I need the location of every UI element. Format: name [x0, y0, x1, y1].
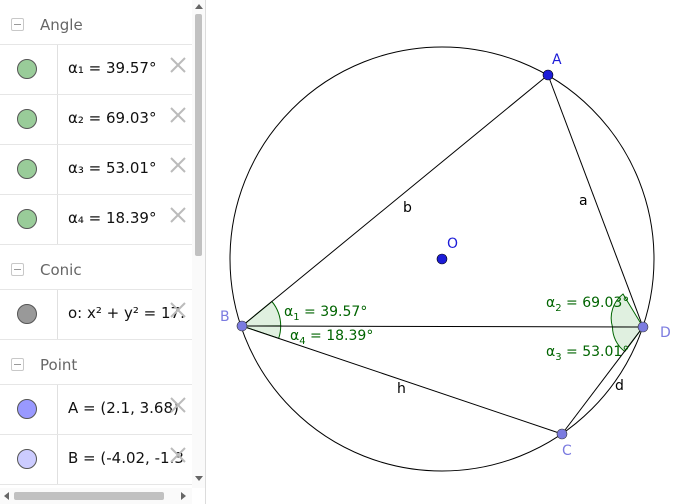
- collapse-toggle-icon[interactable]: [11, 358, 24, 371]
- row-separator: [57, 195, 58, 244]
- point-label-A: A: [552, 52, 562, 68]
- point-B[interactable]: [236, 320, 248, 332]
- category-label: Angle: [40, 16, 83, 34]
- delete-icon[interactable]: [168, 105, 188, 125]
- visibility-marble-icon[interactable]: [17, 159, 37, 179]
- visibility-marble-icon[interactable]: [17, 209, 37, 229]
- category-angle[interactable]: Angle: [0, 5, 192, 45]
- row-separator: [57, 95, 58, 144]
- row-separator: [57, 145, 58, 194]
- point-A[interactable]: [542, 69, 554, 81]
- collapse-toggle-icon[interactable]: [11, 18, 24, 31]
- angle-label-alpha3: α3 = 53.01°: [546, 344, 629, 363]
- delete-icon[interactable]: [168, 205, 188, 225]
- angle-label-alpha4: α4 = 18.39°: [290, 328, 373, 347]
- algebra-row-A[interactable]: A = (2.1, 3.68): [0, 385, 192, 435]
- category-label: Conic: [40, 261, 82, 279]
- segment-label-d: d: [615, 378, 624, 394]
- delete-icon[interactable]: [168, 445, 188, 465]
- horizontal-scrollbar[interactable]: [0, 488, 192, 504]
- scroll-thumb[interactable]: [195, 14, 202, 256]
- segment-BD[interactable]: [241, 325, 644, 328]
- point-label-O: O: [447, 236, 458, 252]
- scroll-down-icon[interactable]: [195, 476, 203, 481]
- scroll-left-icon[interactable]: [4, 492, 9, 500]
- scroll-up-icon[interactable]: [195, 4, 203, 9]
- visibility-marble-icon[interactable]: [17, 399, 37, 419]
- angle-arc-alpha1[interactable]: [240, 300, 282, 327]
- delete-icon[interactable]: [168, 55, 188, 75]
- delete-icon[interactable]: [168, 395, 188, 415]
- row-separator: [57, 45, 58, 94]
- segment-label-b: b: [403, 200, 412, 216]
- point-D[interactable]: [637, 321, 649, 333]
- point-label-B: B: [220, 309, 230, 325]
- category-point[interactable]: Point: [0, 345, 192, 385]
- angle-label-alpha1: α1 = 39.57°: [284, 304, 367, 323]
- category-label: Point: [40, 356, 78, 374]
- point-label-D: D: [660, 325, 671, 341]
- collapse-toggle-icon[interactable]: [11, 263, 24, 276]
- segment-label-h: h: [397, 381, 406, 397]
- scroll-right-icon[interactable]: [181, 492, 186, 500]
- segment-label-a: a: [579, 193, 588, 209]
- graphics-canvas[interactable]: b a h d α1 = 39.57° α4 = 18.39° α2 = 69.…: [206, 0, 698, 504]
- algebra-row-alpha1[interactable]: α₁ = 39.57°: [0, 45, 192, 95]
- visibility-marble-icon[interactable]: [17, 59, 37, 79]
- algebra-row-alpha3[interactable]: α₃ = 53.01°: [0, 145, 192, 195]
- visibility-marble-icon[interactable]: [17, 304, 37, 324]
- algebra-row-alpha2[interactable]: α₂ = 69.03°: [0, 95, 192, 145]
- row-separator: [57, 385, 58, 434]
- graphics-view[interactable]: b a h d α1 = 39.57° α4 = 18.39° α2 = 69.…: [206, 0, 698, 504]
- point-C[interactable]: [556, 428, 568, 440]
- algebra-view: Angle α₁ = 39.57° α₂ = 69.03° α₃ = 53.01…: [0, 0, 206, 504]
- visibility-marble-icon[interactable]: [17, 109, 37, 129]
- algebra-row-B[interactable]: B = (-4.02, -1.3: [0, 435, 192, 485]
- visibility-marble-icon[interactable]: [17, 449, 37, 469]
- row-separator: [57, 290, 58, 339]
- row-separator: [57, 435, 58, 484]
- algebra-row-alpha4[interactable]: α₄ = 18.39°: [0, 195, 192, 245]
- delete-icon[interactable]: [168, 300, 188, 320]
- delete-icon[interactable]: [168, 155, 188, 175]
- point-label-C: C: [562, 443, 572, 459]
- point-O[interactable]: [436, 253, 448, 265]
- segment-b[interactable]: [241, 74, 549, 327]
- vertical-scrollbar[interactable]: [192, 0, 205, 488]
- scroll-thumb[interactable]: [14, 492, 164, 500]
- algebra-row-o[interactable]: o: x² + y² = 17.: [0, 290, 192, 340]
- category-conic[interactable]: Conic: [0, 250, 192, 290]
